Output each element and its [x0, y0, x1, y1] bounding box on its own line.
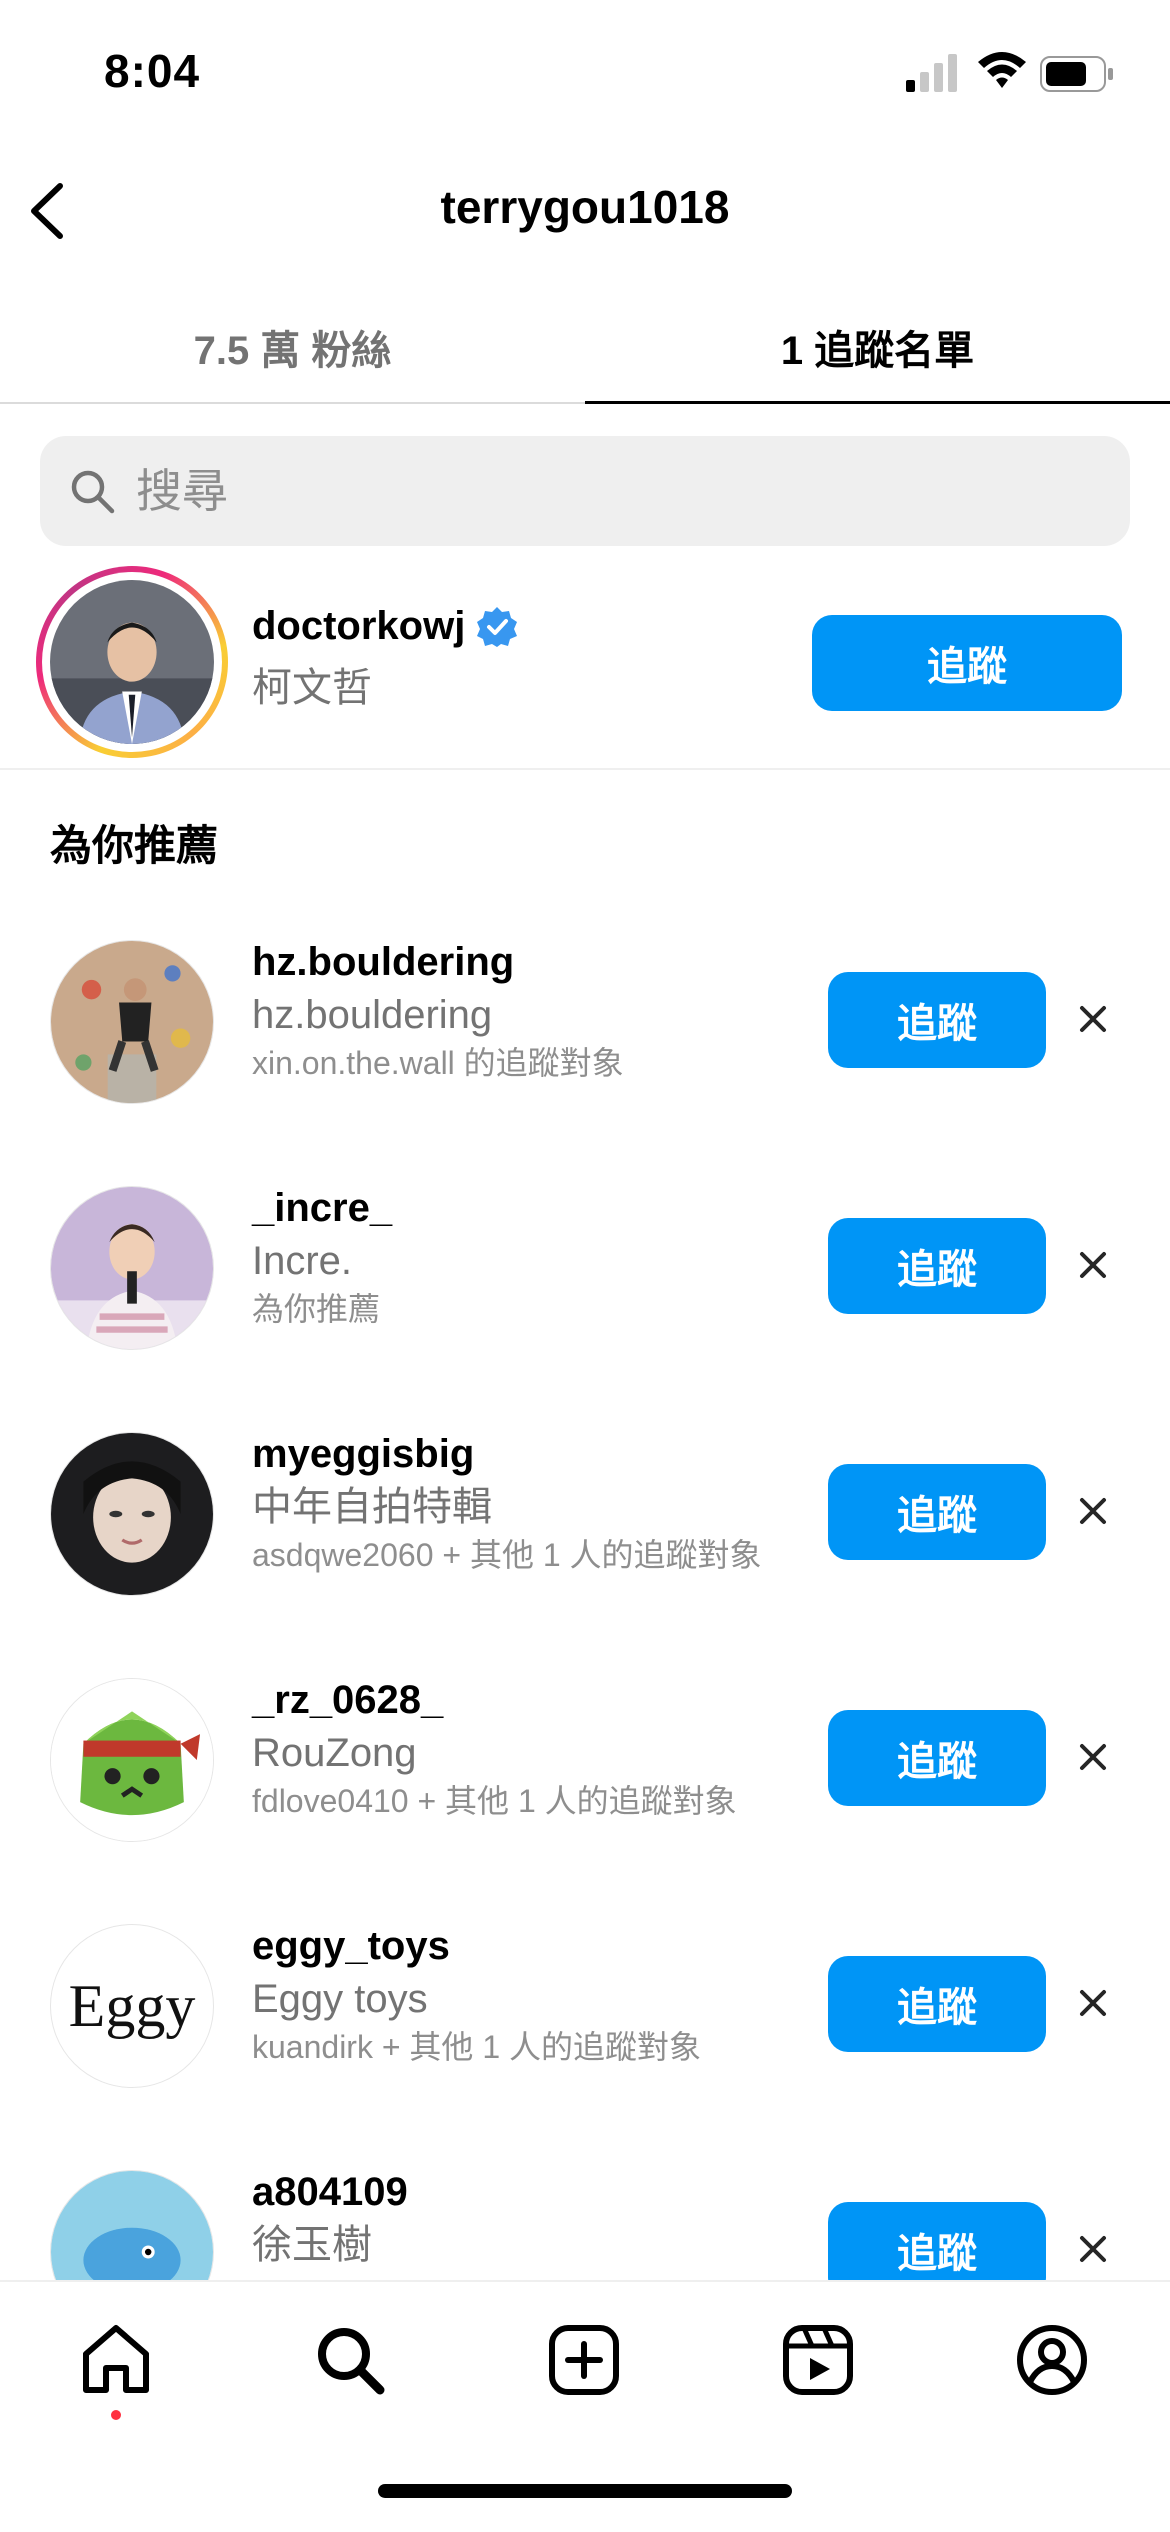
following-list-item[interactable]: doctorkowj 柯文哲 追蹤 — [0, 560, 1170, 770]
notification-dot — [111, 2410, 121, 2420]
close-icon — [1080, 1252, 1106, 1278]
dismiss-button[interactable] — [1068, 994, 1118, 1044]
follow-button[interactable]: 追蹤 — [828, 1956, 1046, 2052]
follow-button[interactable]: 追蹤 — [812, 615, 1122, 711]
display-name: RouZong — [252, 1731, 417, 1775]
home-indicator — [378, 2484, 792, 2498]
cellular-signal-icon — [906, 54, 957, 92]
tab-following[interactable]: 1 追蹤名單 — [585, 290, 1170, 404]
follow-button[interactable]: 追蹤 — [828, 1218, 1046, 1314]
dismiss-button[interactable] — [1068, 1486, 1118, 1536]
username[interactable]: _incre_ — [252, 1182, 792, 1234]
avatar[interactable] — [50, 1186, 214, 1350]
suggestion-item[interactable]: hz.bouldering hz.bouldering xin.on.the.w… — [0, 936, 1170, 1176]
dismiss-button[interactable] — [1068, 1978, 1118, 2028]
username[interactable]: a804109 — [252, 2166, 792, 2218]
reels-icon[interactable] — [780, 2322, 856, 2398]
avatar[interactable]: Eggy — [50, 1924, 214, 2088]
avatar[interactable] — [50, 940, 214, 1104]
suggestion-reason: kuandirk + 其他 1 人的追蹤對象 — [252, 2029, 702, 2065]
active-tab-indicator — [585, 401, 1170, 404]
display-name: 中年自拍特輯 — [252, 1485, 492, 1529]
search-input[interactable] — [136, 464, 1036, 518]
avatar[interactable] — [50, 1678, 214, 1842]
search-icon — [71, 470, 115, 514]
follow-button[interactable]: 追蹤 — [828, 1464, 1046, 1560]
close-icon — [1080, 1744, 1106, 1770]
page-title: terrygou1018 — [440, 181, 730, 233]
username[interactable]: _rz_0628_ — [252, 1674, 792, 1726]
display-name: Eggy toys — [252, 1977, 428, 2021]
suggestion-item[interactable]: _incre_ Incre. 為你推薦 追蹤 — [0, 1182, 1170, 1422]
battery-icon — [1040, 56, 1113, 92]
suggestion-reason: xin.on.the.wall 的追蹤對象 — [252, 1045, 624, 1081]
follow-button[interactable]: 追蹤 — [828, 972, 1046, 1068]
display-name: 柯文哲 — [252, 666, 372, 710]
search-icon[interactable] — [312, 2322, 388, 2398]
status-bar: 8:04 — [0, 0, 1170, 150]
suggestion-item[interactable]: myeggisbig 中年自拍特輯 asdqwe2060 + 其他 1 人的追蹤… — [0, 1428, 1170, 1668]
section-title: 為你推薦 — [50, 822, 219, 869]
tab-bar: 7.5 萬 粉絲 1 追蹤名單 — [0, 290, 1170, 404]
suggestion-item[interactable]: _rz_0628_ RouZong fdlove0410 + 其他 1 人的追蹤… — [0, 1674, 1170, 1914]
wifi-icon — [978, 52, 1026, 88]
dismiss-button[interactable] — [1068, 1732, 1118, 1782]
suggestion-item[interactable]: Eggy eggy_toys Eggy toys kuandirk + 其他 1… — [0, 1920, 1170, 2160]
display-name: hz.bouldering — [252, 993, 493, 1037]
create-icon[interactable] — [546, 2322, 622, 2398]
status-time: 8:04 — [104, 45, 201, 97]
follow-button[interactable]: 追蹤 — [828, 1710, 1046, 1806]
dismiss-button[interactable] — [1068, 1240, 1118, 1290]
avatar-logo-text: Eggy — [68, 1972, 196, 2039]
verified-badge-icon — [477, 606, 518, 647]
story-ring[interactable] — [36, 566, 228, 758]
username[interactable]: doctorkowj — [252, 604, 465, 649]
close-icon — [1080, 1006, 1106, 1032]
profile-icon[interactable] — [1014, 2322, 1090, 2398]
suggestion-reason: 為你推薦 — [252, 1291, 381, 1327]
home-icon[interactable] — [78, 2322, 154, 2398]
suggestion-reason: fdlove0410 + 其他 1 人的追蹤對象 — [252, 1783, 737, 1819]
username[interactable]: eggy_toys — [252, 1920, 792, 1972]
display-name: Incre. — [252, 1239, 353, 1283]
search-bar[interactable] — [40, 436, 1130, 546]
username[interactable]: hz.bouldering — [252, 936, 792, 988]
display-name: 徐玉樹 — [252, 2223, 372, 2267]
tab-followers[interactable]: 7.5 萬 粉絲 — [0, 290, 585, 404]
suggestion-reason: asdqwe2060 + 其他 1 人的追蹤對象 — [252, 1537, 762, 1573]
avatar[interactable] — [50, 1432, 214, 1596]
header: terrygou1018 — [0, 150, 1170, 270]
close-icon — [1080, 1990, 1106, 2016]
dismiss-button[interactable] — [1068, 2224, 1118, 2274]
close-icon — [1080, 2236, 1106, 2262]
username[interactable]: myeggisbig — [252, 1428, 792, 1480]
avatar — [50, 580, 214, 744]
close-icon — [1080, 1498, 1106, 1524]
